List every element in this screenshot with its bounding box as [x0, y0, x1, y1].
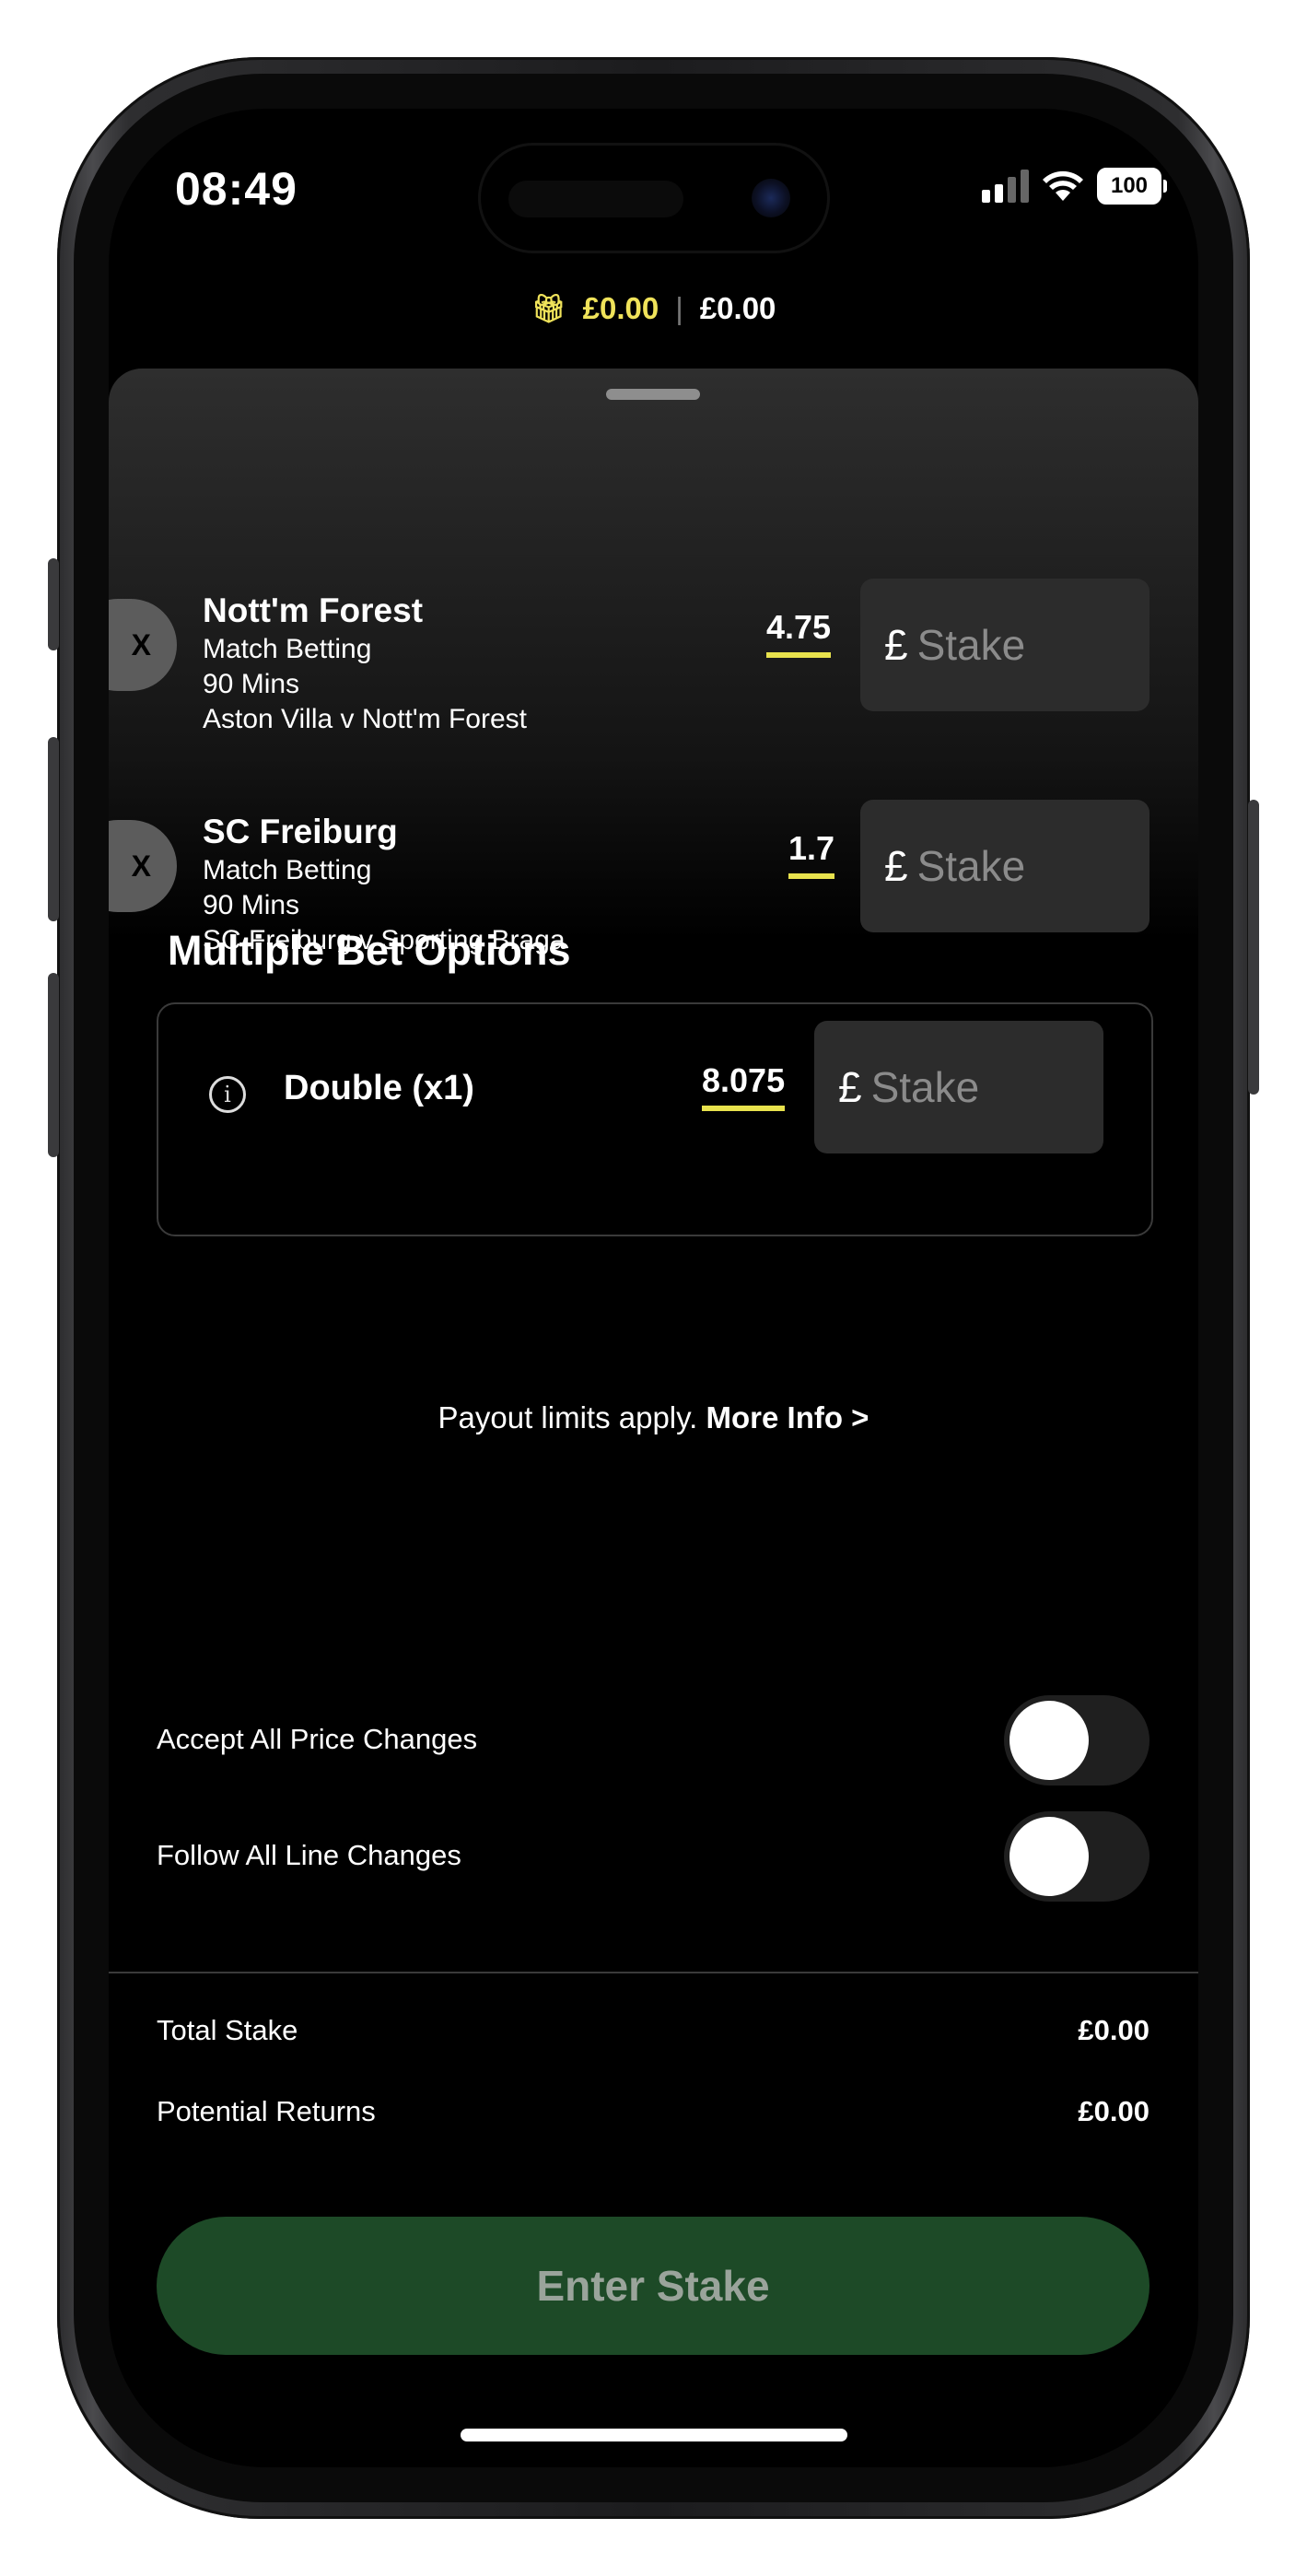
potential-returns-row: Potential Returns £0.00 [157, 2095, 1149, 2128]
status-time: 08:49 [175, 163, 298, 215]
follow-line-changes-label: Follow All Line Changes [157, 1839, 461, 1871]
currency-symbol: £ [884, 621, 908, 669]
status-icons: 100 [982, 168, 1167, 205]
volume-down-button [48, 973, 59, 1157]
potential-returns-label: Potential Returns [157, 2095, 376, 2127]
drag-handle[interactable] [606, 389, 700, 400]
stake-placeholder: Stake [916, 842, 1026, 890]
double-stake-input[interactable]: £ Stake [814, 1021, 1103, 1153]
gift-icon: 🎁︎ [531, 293, 566, 324]
screen: 08:49 100 🎁︎ £0.00 | £0.00 X Nott'm Fore… [109, 109, 1198, 2467]
selection-period: 90 Mins [203, 669, 300, 699]
divider [109, 1972, 1198, 1973]
info-icon[interactable]: i [209, 1076, 246, 1113]
currency-symbol: £ [884, 842, 908, 890]
cash-balance: £0.00 [699, 291, 776, 325]
toggle-knob [1009, 1817, 1089, 1896]
double-bet-card: i Double (x1) 8.075 £ Stake [157, 1002, 1153, 1236]
remove-selection-button[interactable]: X [109, 599, 177, 691]
stake-placeholder: Stake [916, 621, 1026, 669]
enter-stake-button[interactable]: Enter Stake [157, 2217, 1149, 2355]
camera-icon [752, 179, 790, 217]
battery-icon: 100 [1097, 168, 1167, 205]
total-stake-value: £0.00 [1078, 2014, 1149, 2046]
payout-text: Payout limits apply. [438, 1400, 706, 1434]
selection-period: 90 Mins [203, 890, 300, 920]
double-label: Double (x1) [284, 1069, 474, 1107]
action-button [48, 558, 59, 650]
total-stake-row: Total Stake £0.00 [157, 2014, 1149, 2047]
volume-up-button [48, 737, 59, 921]
wifi-icon [1043, 170, 1083, 201]
dynamic-island [481, 146, 827, 251]
remove-selection-button[interactable]: X [109, 820, 177, 912]
follow-line-changes-toggle[interactable] [1004, 1811, 1149, 1902]
payout-notice: Payout limits apply. More Info > [109, 1400, 1198, 1435]
double-odds[interactable]: 8.075 [702, 1061, 786, 1111]
home-indicator[interactable] [461, 2429, 847, 2441]
face-id-sensor [508, 181, 683, 217]
cellular-signal-icon [982, 170, 1029, 203]
stake-input[interactable]: £ Stake [860, 800, 1149, 932]
selection-row: X Nott'm Forest Match Betting 90 Mins As… [109, 571, 1198, 737]
selection-market: Match Betting [203, 634, 372, 664]
stake-placeholder: Stake [870, 1063, 980, 1111]
follow-line-changes-row: Follow All Line Changes [157, 1811, 1149, 1903]
stake-input[interactable]: £ Stake [860, 579, 1149, 711]
selection-event: Aston Villa v Nott'm Forest [203, 704, 527, 734]
currency-symbol: £ [838, 1063, 862, 1111]
selection-market: Match Betting [203, 855, 372, 885]
balance-separator: | [675, 291, 683, 325]
accept-price-changes-toggle[interactable] [1004, 1695, 1149, 1786]
total-stake-label: Total Stake [157, 2014, 298, 2046]
selection-name: Nott'm Forest [203, 591, 424, 629]
balance-bar[interactable]: 🎁︎ £0.00 | £0.00 [109, 291, 1198, 326]
multiples-title: Multiple Bet Options [168, 927, 571, 974]
selection-odds[interactable]: 1.7 [788, 829, 835, 879]
toggle-knob [1009, 1701, 1089, 1780]
accept-price-changes-label: Accept All Price Changes [157, 1723, 478, 1755]
selection-odds[interactable]: 4.75 [766, 608, 832, 658]
more-info-link[interactable]: More Info > [706, 1400, 869, 1434]
selection-name: SC Freiburg [203, 813, 398, 850]
bet-slip-panel: X Nott'm Forest Match Betting 90 Mins As… [109, 369, 1198, 2467]
power-button [1248, 800, 1259, 1095]
selection-info: Nott'm Forest Match Betting 90 Mins Asto… [203, 591, 527, 735]
bonus-balance: £0.00 [582, 291, 659, 325]
potential-returns-value: £0.00 [1078, 2095, 1149, 2127]
accept-price-changes-row: Accept All Price Changes [157, 1695, 1149, 1787]
